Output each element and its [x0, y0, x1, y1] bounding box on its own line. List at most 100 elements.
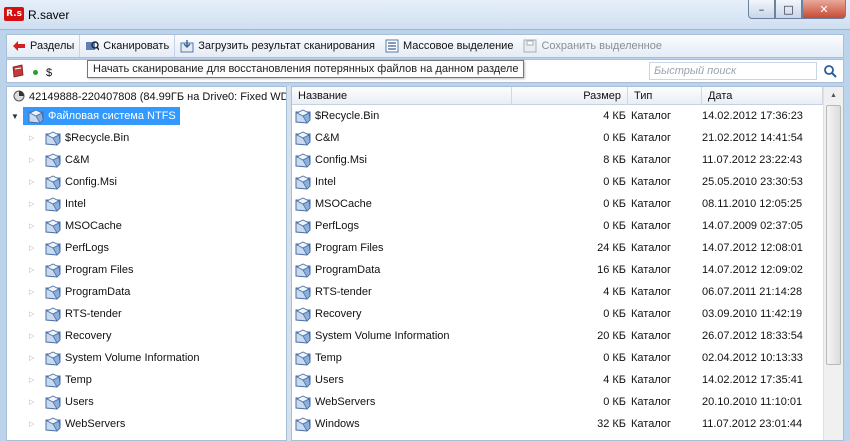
- cell-date: 21.02.2012 14:41:54: [702, 132, 803, 144]
- scroll-up-icon[interactable]: ▲: [824, 87, 843, 104]
- tree-expand-icon[interactable]: ▷: [29, 200, 41, 208]
- cell-type: Каталог: [631, 176, 671, 188]
- table-row[interactable]: WebServers 0 КБ Каталог 20.10.2010 11:10:01: [292, 391, 823, 413]
- table-row[interactable]: Intel 0 КБ Каталог 25.05.2010 23:30:53: [292, 171, 823, 193]
- vertical-scrollbar[interactable]: ▲: [823, 87, 843, 440]
- tree-expand-icon[interactable]: ▷: [29, 134, 41, 142]
- tree-item-label: Program Files: [65, 264, 134, 276]
- current-path: $: [46, 66, 53, 79]
- scroll-thumb[interactable]: [826, 105, 841, 365]
- file-name: WebServers: [315, 396, 376, 408]
- maximize-button[interactable]: □: [775, 0, 802, 19]
- tree-expand-icon[interactable]: ▷: [29, 332, 41, 340]
- save-selected-label: Сохранить выделенное: [541, 40, 662, 52]
- tree-root-selected[interactable]: Файловая система NTFS: [23, 107, 180, 125]
- scan-tooltip: Начать сканирование для восстановления п…: [87, 60, 525, 78]
- table-row[interactable]: ProgramData 16 КБ Каталог 14.07.2012 12:09:…: [292, 259, 823, 281]
- tree-expand-icon[interactable]: ▷: [29, 156, 41, 164]
- column-header-type[interactable]: Тип: [628, 87, 702, 105]
- table-row[interactable]: C&M 0 КБ Каталог 21.02.2012 14:41:54: [292, 127, 823, 149]
- column-header-date[interactable]: Дата: [702, 87, 823, 105]
- tree-root-ntfs[interactable]: ▼ Файловая система NTFS: [11, 107, 180, 125]
- cell-size: 32 КБ: [597, 418, 626, 430]
- tree-expand-icon[interactable]: ▷: [29, 288, 41, 296]
- tree-item[interactable]: ▷ Config.Msi: [29, 171, 117, 193]
- tree-item[interactable]: ▷ C&M: [29, 149, 89, 171]
- tree-item-label: System Volume Information: [65, 352, 200, 364]
- folder-icon: [294, 305, 312, 323]
- cell-date: 08.11.2010 12:05:25: [702, 198, 803, 210]
- folder-icon: [44, 239, 62, 257]
- file-name: C&M: [315, 132, 340, 144]
- folder-icon: [294, 371, 312, 389]
- cell-name: MSOCache: [294, 193, 372, 215]
- table-row[interactable]: Windows 32 КБ Каталог 11.07.2012 23:01:44: [292, 413, 823, 435]
- partition-icon: [13, 90, 25, 105]
- tree-item[interactable]: ▷ Temp: [29, 369, 92, 391]
- tree-expand-icon[interactable]: ▷: [29, 420, 41, 428]
- tree-expand-icon[interactable]: ▷: [29, 266, 41, 274]
- cell-name: System Volume Information: [294, 325, 450, 347]
- partition-header[interactable]: 42149888-220407808 (84.99ГБ на Drive0: F…: [7, 87, 286, 107]
- table-row[interactable]: PerfLogs 0 КБ Каталог 14.07.2009 02:37:05: [292, 215, 823, 237]
- filesystem-folder-icon: [27, 107, 45, 125]
- table-row[interactable]: RTS-tender 4 КБ Каталог 06.07.2011 21:14:28: [292, 281, 823, 303]
- tree-expand-icon[interactable]: ▷: [29, 354, 41, 362]
- table-row[interactable]: MSOCache 0 КБ Каталог 08.11.2010 12:05:25: [292, 193, 823, 215]
- tree-item[interactable]: ▷ Recovery: [29, 325, 111, 347]
- table-row[interactable]: Users 4 КБ Каталог 14.02.2012 17:35:41: [292, 369, 823, 391]
- tree-expand-icon[interactable]: ▷: [29, 178, 41, 186]
- partitions-button[interactable]: Разделы: [7, 35, 81, 57]
- minimize-button[interactable]: –: [748, 0, 775, 19]
- quick-search-input[interactable]: Быстрый поиск: [649, 62, 817, 80]
- tree-item[interactable]: ▷ Program Files: [29, 259, 133, 281]
- column-header-name[interactable]: Название: [292, 87, 512, 105]
- tree-item[interactable]: ▷ System Volume Information: [29, 347, 200, 369]
- folder-icon: [294, 217, 312, 235]
- column-header-size[interactable]: Размер: [512, 87, 628, 105]
- folder-icon: [294, 415, 312, 433]
- cell-size: 0 КБ: [603, 396, 626, 408]
- load-scan-result-button[interactable]: Загрузить результат сканирования: [175, 35, 380, 57]
- close-button[interactable]: ✕: [802, 0, 846, 19]
- folder-icon: [44, 195, 62, 213]
- table-row[interactable]: $Recycle.Bin 4 КБ Каталог 14.02.2012 17:36:…: [292, 105, 823, 127]
- tree-item-label: C&M: [65, 154, 90, 166]
- tree-expand-icon[interactable]: ▷: [29, 398, 41, 406]
- mass-select-label: Массовое выделение: [402, 40, 514, 52]
- tree-item[interactable]: ▷ WebServers: [29, 413, 125, 435]
- table-row[interactable]: System Volume Information 20 КБ Каталог 26.…: [292, 325, 823, 347]
- tree-expand-icon[interactable]: ▷: [29, 310, 41, 318]
- tree-item[interactable]: ▷ ProgramData: [29, 281, 130, 303]
- tree-item-label: Intel: [65, 198, 86, 210]
- cell-type: Каталог: [631, 396, 671, 408]
- file-name: Temp: [315, 352, 342, 364]
- tree-expand-icon[interactable]: ▷: [29, 376, 41, 384]
- cell-type: Каталог: [631, 198, 671, 210]
- table-row[interactable]: Config.Msi 8 КБ Каталог 11.07.2012 23:22:43: [292, 149, 823, 171]
- tree-item[interactable]: ▷ PerfLogs: [29, 237, 109, 259]
- folder-icon: [44, 151, 62, 169]
- save-selected-button[interactable]: Сохранить выделенное: [518, 35, 667, 57]
- scan-button[interactable]: Сканировать: [80, 35, 176, 57]
- cell-size: 24 КБ: [597, 242, 626, 254]
- cell-type: Каталог: [631, 242, 671, 254]
- table-row[interactable]: Program Files 24 КБ Каталог 14.07.2012 12:0…: [292, 237, 823, 259]
- tree-item[interactable]: ▷ $Recycle.Bin: [29, 127, 129, 149]
- tree-item-label: RTS-tender: [65, 308, 122, 320]
- tree-item[interactable]: ▷ RTS-tender: [29, 303, 122, 325]
- folder-icon: [294, 327, 312, 345]
- toolbar: Разделы Сканировать Загрузить результат …: [6, 34, 844, 58]
- table-row[interactable]: Temp 0 КБ Каталог 02.04.2012 10:13:33: [292, 347, 823, 369]
- cell-size: 0 КБ: [603, 176, 626, 188]
- table-row[interactable]: Recovery 0 КБ Каталог 03.09.2010 11:42:19: [292, 303, 823, 325]
- folder-icon: [44, 305, 62, 323]
- mass-select-button[interactable]: Массовое выделение: [380, 35, 518, 57]
- tree-collapse-icon[interactable]: ▼: [11, 112, 23, 121]
- tree-expand-icon[interactable]: ▷: [29, 222, 41, 230]
- tree-item[interactable]: ▷ Intel: [29, 193, 86, 215]
- tree-item[interactable]: ▷ Users: [29, 391, 94, 413]
- search-button[interactable]: [820, 62, 840, 80]
- tree-expand-icon[interactable]: ▷: [29, 244, 41, 252]
- tree-item[interactable]: ▷ MSOCache: [29, 215, 122, 237]
